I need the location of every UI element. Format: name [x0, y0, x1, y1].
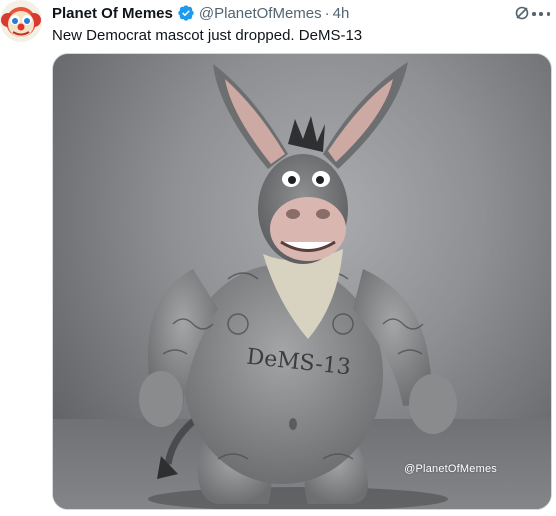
clown-avatar-image: [0, 0, 42, 42]
user-handle[interactable]: @PlanetOfMemes: [199, 5, 322, 22]
donkey-illustration: DeMS-13: [139, 62, 457, 509]
watermark-text: @PlanetOfMemes: [404, 463, 497, 475]
tweet-media-image[interactable]: DeMS-13 @PlanetOfMemes: [52, 53, 552, 510]
timestamp[interactable]: 4h: [333, 5, 350, 22]
grok-icon[interactable]: [514, 5, 530, 21]
display-name[interactable]: Planet Of Memes: [52, 5, 173, 22]
avatar[interactable]: [0, 0, 42, 42]
verified-badge-icon[interactable]: [177, 4, 195, 22]
separator-dot: ·: [324, 4, 330, 22]
tweet-header: Planet Of Memes @PlanetOfMemes · 4h: [52, 3, 546, 23]
more-options-icon[interactable]: [532, 12, 550, 18]
tweet-text: New Democrat mascot just dropped. DeMS-1…: [52, 27, 363, 44]
